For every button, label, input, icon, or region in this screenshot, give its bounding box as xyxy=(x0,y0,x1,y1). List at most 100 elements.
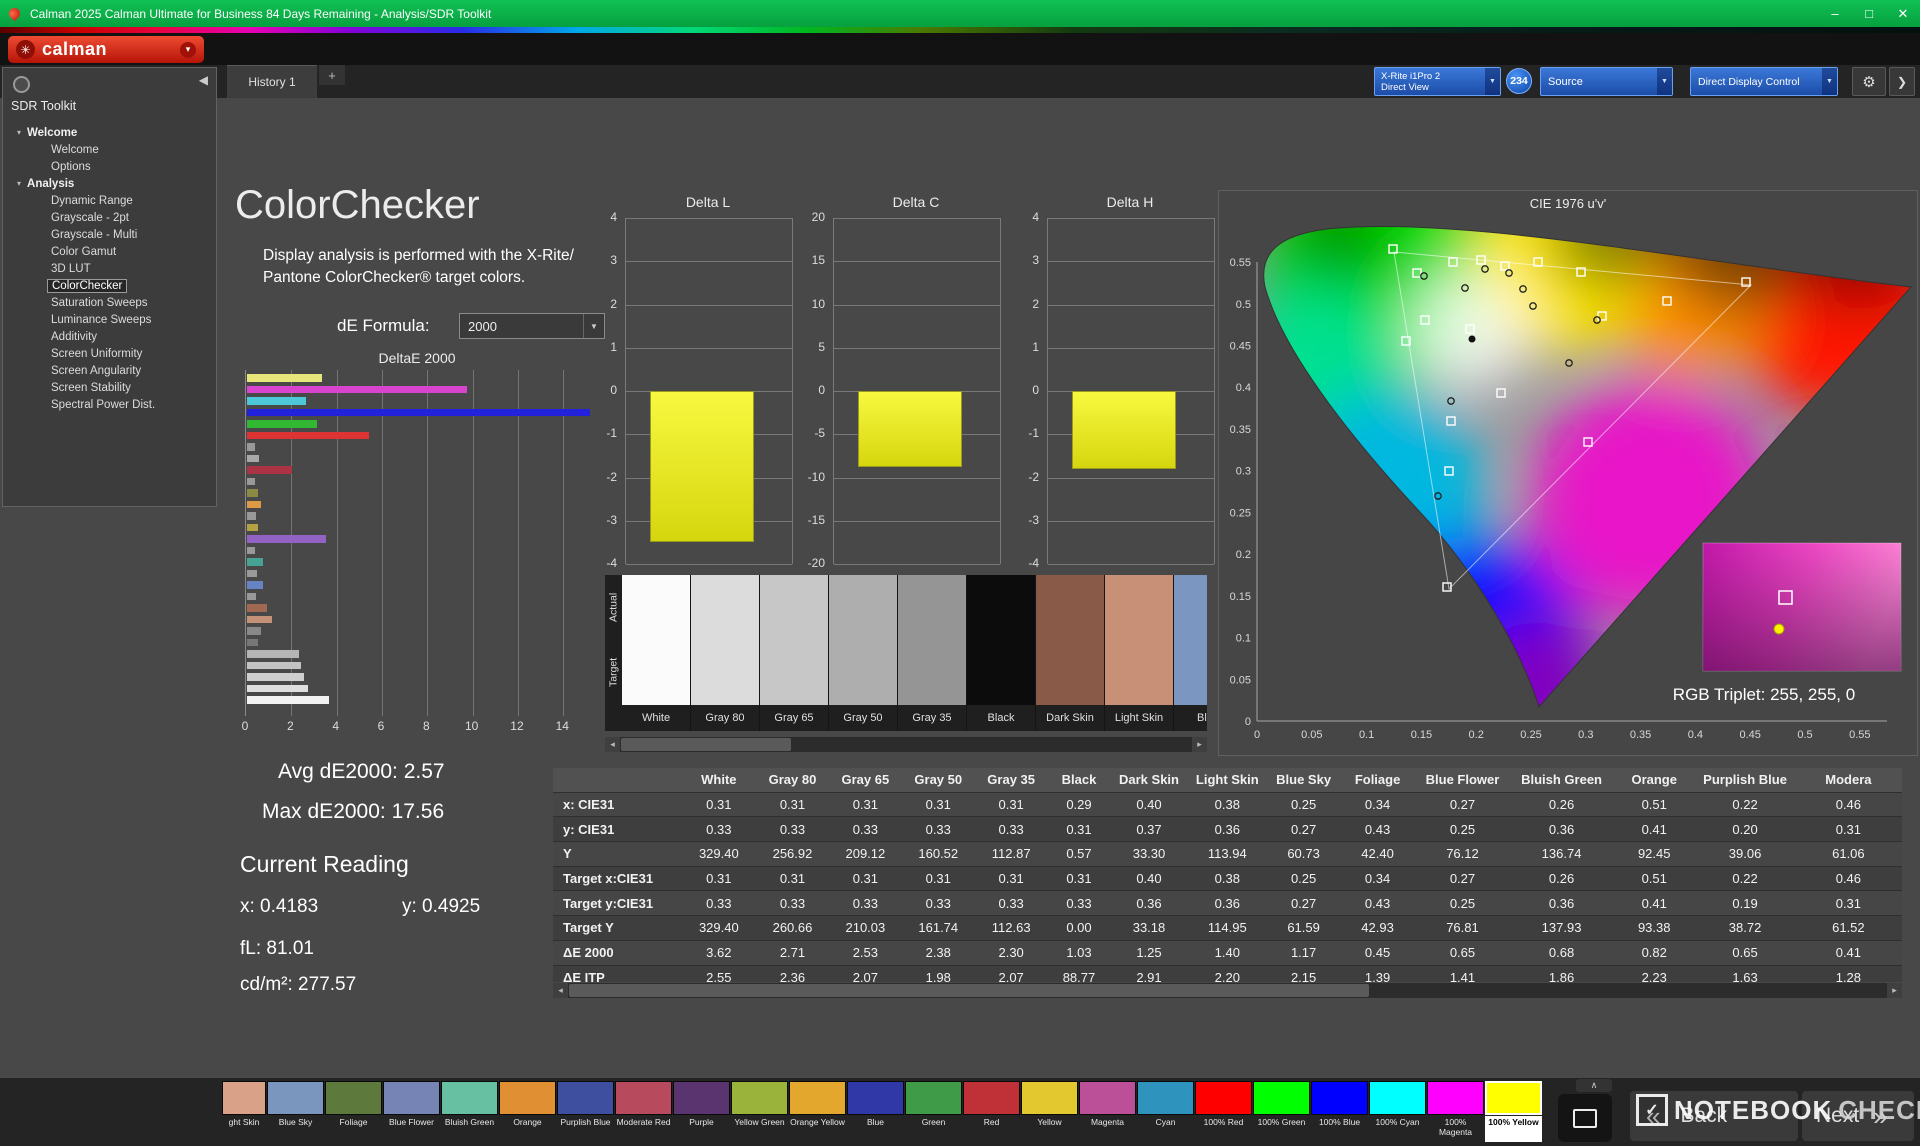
add-tab-button[interactable]: + xyxy=(319,65,345,85)
patch-button-magenta[interactable]: Magenta xyxy=(1079,1081,1136,1142)
patch-button-100-magenta[interactable]: 100% Magenta xyxy=(1427,1081,1484,1142)
table-cell: 61.52 xyxy=(1795,916,1902,941)
back-chevrons-icon: « xyxy=(1646,1101,1660,1132)
scroll-right-icon[interactable]: ▸ xyxy=(1887,983,1902,998)
patch-button-100-yellow[interactable]: 100% Yellow xyxy=(1485,1081,1542,1142)
tab-history-1[interactable]: History 1 xyxy=(227,65,317,98)
patch-button-bluish-green[interactable]: Bluish Green xyxy=(441,1081,498,1142)
row-label: ΔE 2000 xyxy=(553,940,682,965)
patch-button-100-cyan[interactable]: 100% Cyan xyxy=(1369,1081,1426,1142)
patch-button-green[interactable]: Green xyxy=(905,1081,962,1142)
patch-buttons: ght SkinBlue SkyFoliageBlue FlowerBluish… xyxy=(222,1081,1542,1142)
gridline xyxy=(834,218,1000,219)
scroll-left-icon[interactable]: ◂ xyxy=(553,983,568,998)
patch-button-blue[interactable]: Blue xyxy=(847,1081,904,1142)
patch-button-blue-sky[interactable]: Blue Sky xyxy=(267,1081,324,1142)
patch-button-red[interactable]: Red xyxy=(963,1081,1020,1142)
x-tick-label: 0.3 xyxy=(1578,729,1593,741)
logo-menu-caret-icon[interactable]: ▾ xyxy=(180,42,196,58)
nav-item-3d-lut[interactable]: 3D LUT xyxy=(3,260,216,277)
back-button[interactable]: « Back xyxy=(1630,1091,1798,1141)
gear-icon[interactable]: ⚙ xyxy=(1852,67,1886,96)
calman-logo[interactable]: ✳ calman ▾ xyxy=(8,36,204,63)
target-square-marker xyxy=(1443,583,1451,591)
meter-selector[interactable]: X-Rite i1Pro 2 Direct View ▼ xyxy=(1374,67,1501,96)
patch-label: 100% Blue xyxy=(1311,1116,1368,1142)
table-cell: 161.74 xyxy=(902,916,975,941)
nav-item-welcome[interactable]: Welcome xyxy=(3,141,216,158)
source-selector[interactable]: Source ▼ xyxy=(1540,67,1673,96)
display-window-button[interactable] xyxy=(1558,1094,1612,1142)
nav-item-color-gamut[interactable]: Color Gamut xyxy=(3,243,216,260)
patch-button-100-red[interactable]: 100% Red xyxy=(1195,1081,1252,1142)
patch-button-orange[interactable]: Orange xyxy=(499,1081,556,1142)
nav-item-grayscale-2pt[interactable]: Grayscale - 2pt xyxy=(3,209,216,226)
source-label: Source xyxy=(1548,76,1583,88)
patch-button-purple[interactable]: Purple xyxy=(673,1081,730,1142)
table-scrollbar[interactable]: ◂ ▸ xyxy=(553,983,1902,998)
next-button[interactable]: Next » xyxy=(1802,1091,1914,1141)
nav-group-analysis[interactable]: ▾Analysis xyxy=(3,175,216,192)
nav-item-screen-stability[interactable]: Screen Stability xyxy=(3,379,216,396)
collapse-panel-icon[interactable]: ◀ xyxy=(199,73,208,87)
patch-swatch xyxy=(1195,1081,1252,1115)
measurement-table: WhiteGray 80Gray 65Gray 50Gray 35BlackDa… xyxy=(553,768,1902,982)
forward-arrow-button[interactable]: ❯ xyxy=(1889,67,1915,96)
nav-item-label: Saturation Sweeps xyxy=(47,297,152,309)
de-formula-label: dE Formula: xyxy=(337,316,430,336)
nav-item-additivity[interactable]: Additivity xyxy=(3,328,216,345)
patch-button-orange-yellow[interactable]: Orange Yellow xyxy=(789,1081,846,1142)
window-title: Calman 2025 Calman Ultimate for Business… xyxy=(30,7,491,21)
expand-up-icon[interactable]: ∧ xyxy=(1576,1079,1612,1092)
nav-item-dynamic-range[interactable]: Dynamic Range xyxy=(3,192,216,209)
de-formula-dropdown[interactable]: 2000 ▼ xyxy=(459,313,605,339)
nav-item-screen-angularity[interactable]: Screen Angularity xyxy=(3,362,216,379)
scrollbar-thumb[interactable] xyxy=(621,738,791,751)
patch-button-blue-flower[interactable]: Blue Flower xyxy=(383,1081,440,1142)
patch-button-100-green[interactable]: 100% Green xyxy=(1253,1081,1310,1142)
nav-item-screen-uniformity[interactable]: Screen Uniformity xyxy=(3,345,216,362)
patch-swatch xyxy=(1079,1081,1136,1115)
workflow-icon[interactable] xyxy=(13,76,30,93)
nav-group-welcome[interactable]: ▾Welcome xyxy=(3,124,216,141)
patch-button-cyan[interactable]: Cyan xyxy=(1137,1081,1194,1142)
patch-button-purplish-blue[interactable]: Purplish Blue xyxy=(557,1081,614,1142)
nav-item-colorchecker[interactable]: ColorChecker xyxy=(3,277,216,294)
nav-item-spectral-power-dist[interactable]: Spectral Power Dist. xyxy=(3,396,216,413)
patch-button-moderate-red[interactable]: Moderate Red xyxy=(615,1081,672,1142)
avg-de2000: Avg dE2000: 2.57 xyxy=(278,760,445,784)
close-button[interactable]: ✕ xyxy=(1886,0,1920,27)
patch-button-foliage[interactable]: Foliage xyxy=(325,1081,382,1142)
table-cell: 2.23 xyxy=(1613,965,1695,982)
patch-button-100-blue[interactable]: 100% Blue xyxy=(1311,1081,1368,1142)
chevron-down-icon[interactable]: ▼ xyxy=(1485,68,1500,95)
gridline xyxy=(834,305,1000,306)
patch-swatch xyxy=(615,1081,672,1115)
next-chevrons-icon: » xyxy=(1873,1101,1887,1132)
nav-item-grayscale-multi[interactable]: Grayscale - Multi xyxy=(3,226,216,243)
display-control-selector[interactable]: Direct Display Control ▼ xyxy=(1690,67,1838,96)
cie-y-ticks: 0.550.50.450.40.350.30.250.20.150.10.050 xyxy=(1230,257,1251,728)
chevron-down-icon[interactable]: ▼ xyxy=(1657,68,1672,95)
patch-button-yellow-green[interactable]: Yellow Green xyxy=(731,1081,788,1142)
minimize-button[interactable]: – xyxy=(1818,0,1852,27)
chevron-down-icon[interactable]: ▼ xyxy=(1822,68,1837,95)
deltae-bar xyxy=(247,524,258,532)
scrollbar-thumb[interactable] xyxy=(569,984,1369,997)
swatch-column-gray-80: Gray 80 xyxy=(691,575,760,731)
calman-star-icon: ✳ xyxy=(16,40,35,59)
table-cell: 113.94 xyxy=(1188,842,1267,867)
y-tick-label: -3 xyxy=(1009,513,1039,527)
table-row: Target x:CIE310.310.310.310.310.310.310.… xyxy=(553,866,1902,891)
nav-item-saturation-sweeps[interactable]: Saturation Sweeps xyxy=(3,294,216,311)
y-tick-label: 0.1 xyxy=(1236,633,1251,645)
nav-item-luminance-sweeps[interactable]: Luminance Sweeps xyxy=(3,311,216,328)
nav-item-options[interactable]: Options xyxy=(3,158,216,175)
table-cell: 0.38 xyxy=(1188,866,1267,891)
scroll-right-icon[interactable]: ▸ xyxy=(1192,737,1207,752)
patch-button-ght-skin[interactable]: ght Skin xyxy=(222,1081,266,1142)
swatch-scrollbar[interactable]: ◂ ▸ xyxy=(605,737,1207,752)
patch-button-yellow[interactable]: Yellow xyxy=(1021,1081,1078,1142)
maximize-button[interactable]: □ xyxy=(1852,0,1886,27)
scroll-left-icon[interactable]: ◂ xyxy=(605,737,620,752)
